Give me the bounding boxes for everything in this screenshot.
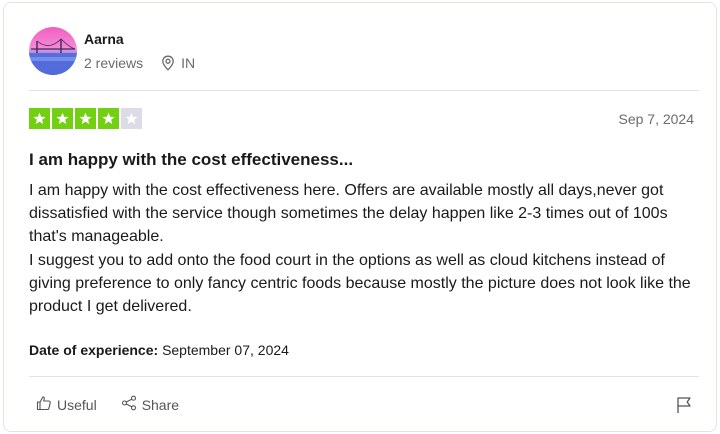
review-body-paragraph: I am happy with the cost effectiveness h… [29, 182, 668, 246]
share-button[interactable]: Share [121, 395, 179, 415]
star-filled [29, 108, 50, 129]
experience-label: Date of experience: [29, 342, 159, 358]
star-filled [98, 108, 119, 129]
avatar-image [29, 27, 77, 75]
star-rating [29, 108, 142, 129]
review-body-paragraph: I suggest you to add onto the food court… [29, 251, 691, 316]
share-label: Share [141, 397, 180, 413]
consumer-country: IN [181, 55, 196, 71]
share-icon [121, 395, 142, 415]
flag-icon[interactable] [675, 396, 693, 414]
review-actions: Useful Share [36, 395, 179, 415]
star-empty [121, 108, 142, 129]
consumer-info: Aarna 2 reviews IN [29, 27, 195, 77]
thumbs-up-icon [36, 395, 57, 415]
divider [29, 376, 699, 377]
date-of-experience: Date of experience: September 07, 2024 [29, 341, 289, 359]
review-body: I am happy with the cost effectiveness h… [29, 179, 701, 318]
star-filled [75, 108, 96, 129]
useful-label: Useful [57, 397, 97, 413]
star-filled [52, 108, 73, 129]
experience-date: September 07, 2024 [162, 342, 289, 358]
consumer-name[interactable]: Aarna [84, 31, 195, 47]
review-date: Sep 7, 2024 [618, 111, 694, 127]
review-title[interactable]: I am happy with the cost effectiveness..… [29, 149, 353, 171]
useful-button[interactable]: Useful [36, 395, 97, 415]
divider [29, 90, 699, 91]
review-count: 2 reviews [84, 55, 144, 71]
avatar[interactable] [29, 27, 77, 75]
location-pin-icon [161, 55, 175, 71]
review-card: Aarna 2 reviews IN Sep 7, 2024 I am happ… [3, 2, 717, 432]
